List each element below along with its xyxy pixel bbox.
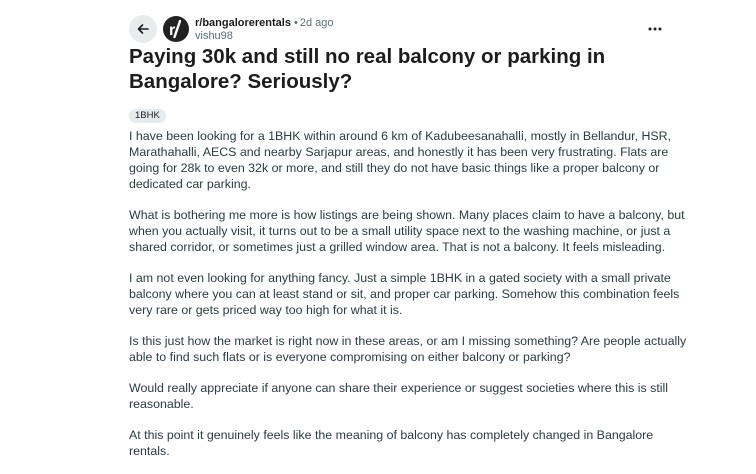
more-options-button[interactable]: [642, 18, 668, 40]
author-link[interactable]: vishu98: [195, 30, 334, 42]
post-detail: r r/bangalorerentals • 2d ago vishu98 Payi…: [0, 0, 756, 465]
post-time: 2d ago: [299, 17, 334, 29]
post-paragraph: Is this just how the market is right now…: [129, 334, 687, 364]
post-meta: r/bangalorerentals • 2d ago vishu98: [195, 17, 334, 42]
arrow-left-icon: [137, 24, 149, 34]
post-paragraph: What is bothering me more is how listing…: [129, 208, 685, 254]
meta-separator: •: [293, 17, 298, 29]
post-paragraph: At this point it genuinely feels like th…: [129, 428, 654, 458]
post-title: Paying 30k and still no real balcony or …: [129, 45, 606, 93]
back-button[interactable]: [129, 15, 157, 43]
post-flair[interactable]: 1BHK: [129, 109, 166, 123]
ellipsis-icon: [648, 27, 662, 31]
subreddit-link[interactable]: r/bangalorerentals: [195, 17, 291, 29]
subreddit-avatar[interactable]: r: [163, 16, 189, 42]
post-body: I have been looking for a 1BHK within ar…: [129, 128, 689, 474]
post-paragraph: I have been looking for a 1BHK within ar…: [129, 129, 672, 191]
post-paragraph: Would really appreciate if anyone can sh…: [129, 381, 669, 411]
post-paragraph: I am not even looking for anything fancy…: [129, 271, 680, 317]
post-meta-line: r/bangalorerentals • 2d ago: [195, 17, 334, 29]
reddit-community-icon: r: [169, 19, 182, 39]
